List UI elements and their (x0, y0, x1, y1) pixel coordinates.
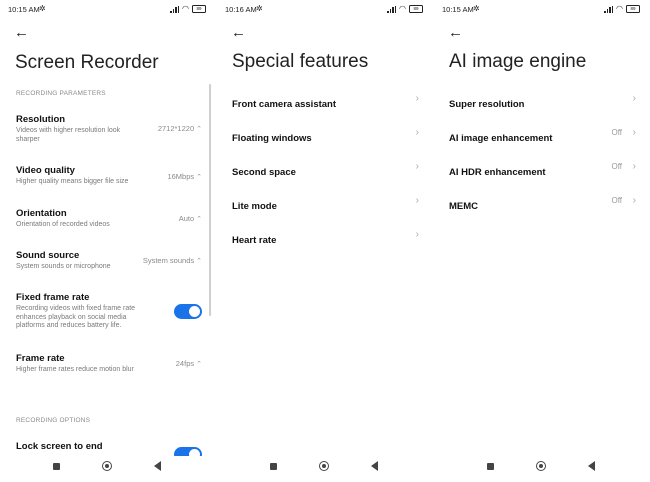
chevron-right-icon: › (415, 229, 419, 240)
setting-label: Fixed frame rate (16, 292, 90, 303)
signal-icon (170, 5, 180, 13)
setting-value: 2712*1220 (157, 124, 195, 133)
menu-item-label: Super resolution (449, 99, 525, 110)
navigation-bar (0, 460, 216, 474)
back-arrow-icon[interactable]: ← (14, 24, 29, 41)
special-features-screen: 10:16 AM ✲ ◠ 89 ← Special features Front… (217, 0, 433, 482)
status-time: 10:16 AM (225, 5, 257, 14)
setting-lock-screen-to-end: Lock screen to end (16, 441, 204, 456)
page-title: Special features (232, 51, 369, 72)
chevron-right-icon: › (632, 127, 636, 138)
navigation-bar (434, 460, 650, 474)
menu-item-second-space[interactable]: Second space › (232, 161, 419, 180)
back-nav-icon[interactable] (154, 461, 161, 471)
up-down-chevron-icon: ⌃ (196, 361, 202, 368)
setting-video-quality[interactable]: Video quality Higher quality means bigge… (16, 165, 204, 187)
chevron-right-icon: › (632, 161, 636, 172)
setting-frame-rate[interactable]: Frame rate Higher frame rates reduce mot… (16, 353, 204, 375)
menu-item-heart-rate[interactable]: Heart rate › (232, 229, 419, 248)
signal-icon (387, 5, 397, 13)
up-down-chevron-icon: ⌃ (196, 258, 202, 265)
menu-item-label: Floating windows (232, 133, 312, 144)
menu-item-label: Lite mode (232, 201, 277, 212)
back-nav-icon[interactable] (371, 461, 378, 471)
wifi-icon: ◠ (399, 4, 406, 13)
menu-item-value: Off (611, 196, 622, 205)
gear-icon: ✲ (473, 4, 480, 13)
menu-item-front-camera-assistant[interactable]: Front camera assistant › (232, 93, 419, 112)
menu-item-floating-windows[interactable]: Floating windows › (232, 127, 419, 146)
setting-description: Recording videos with fixed frame rate e… (16, 305, 136, 329)
menu-item-value: Off (611, 128, 622, 137)
page-title: AI image engine (449, 51, 587, 72)
chevron-right-icon: › (415, 93, 419, 104)
home-icon[interactable] (536, 461, 546, 471)
back-nav-icon[interactable] (588, 461, 595, 471)
setting-value: Auto (178, 214, 195, 223)
gear-icon: ✲ (39, 4, 46, 13)
battery-icon: 89 (409, 5, 423, 13)
chevron-right-icon: › (632, 93, 636, 104)
ai-image-engine-screen: 10:15 AM ✲ ◠ 89 ← AI image engine Super … (434, 0, 650, 482)
setting-fixed-frame-rate: Fixed frame rate Recording videos with f… (16, 292, 204, 331)
section-header-recording-parameters: RECORDING PARAMETERS (16, 90, 106, 97)
menu-item-ai-image-enhancement[interactable]: AI image enhancement Off › (449, 127, 636, 146)
menu-item-label: MEMC (449, 201, 479, 212)
setting-sound-source[interactable]: Sound source System sounds or microphone… (16, 250, 204, 272)
status-bar: 10:15 AM ✲ ◠ 89 (6, 4, 208, 17)
setting-value: 16Mbps (167, 172, 195, 181)
status-time: 10:15 AM (442, 5, 474, 14)
menu-item-label: AI image enhancement (449, 133, 553, 144)
setting-value: System sounds (142, 256, 195, 265)
menu-item-memc[interactable]: MEMC Off › (449, 195, 636, 214)
back-arrow-icon[interactable]: ← (231, 24, 246, 41)
chevron-right-icon: › (415, 161, 419, 172)
setting-orientation[interactable]: Orientation Orientation of recorded vide… (16, 208, 204, 230)
fixed-frame-rate-toggle[interactable] (174, 304, 202, 319)
navigation-bar (217, 460, 433, 474)
signal-icon (604, 5, 614, 13)
wifi-icon: ◠ (182, 4, 189, 13)
status-bar: 10:15 AM ✲ ◠ 89 (440, 4, 642, 17)
menu-item-label: Front camera assistant (232, 99, 337, 110)
page-title: Screen Recorder (15, 52, 159, 73)
menu-item-label: Second space (232, 167, 296, 178)
status-time: 10:15 AM (8, 5, 40, 14)
menu-item-label: Heart rate (232, 235, 277, 246)
menu-item-ai-hdr-enhancement[interactable]: AI HDR enhancement Off › (449, 161, 636, 180)
setting-resolution[interactable]: Resolution Videos with higher resolution… (16, 114, 204, 144)
screen-recorder-screen: 10:15 AM ✲ ◠ 89 ← Screen Recorder RECORD… (0, 0, 216, 482)
setting-value: 24fps (175, 359, 195, 368)
menu-item-label: AI HDR enhancement (449, 167, 546, 178)
menu-item-lite-mode[interactable]: Lite mode › (232, 195, 419, 214)
up-down-chevron-icon: ⌃ (196, 216, 202, 223)
chevron-right-icon: › (415, 127, 419, 138)
section-header-recording-options: RECORDING OPTIONS (16, 417, 91, 424)
recent-apps-icon[interactable] (53, 463, 60, 470)
up-down-chevron-icon: ⌃ (196, 126, 202, 133)
home-icon[interactable] (102, 461, 112, 471)
recent-apps-icon[interactable] (487, 463, 494, 470)
status-bar: 10:16 AM ✲ ◠ 89 (223, 4, 425, 17)
menu-item-super-resolution[interactable]: Super resolution › (449, 93, 636, 112)
scrollbar[interactable] (209, 84, 211, 316)
up-down-chevron-icon: ⌃ (196, 174, 202, 181)
lock-screen-toggle[interactable] (174, 447, 202, 456)
setting-description: Videos with higher resolution look sharp… (16, 127, 121, 143)
wifi-icon: ◠ (616, 4, 623, 13)
recent-apps-icon[interactable] (270, 463, 277, 470)
setting-label: Orientation (16, 208, 67, 219)
battery-icon: 89 (626, 5, 640, 13)
setting-description: Orientation of recorded videos (16, 221, 110, 228)
chevron-right-icon: › (632, 195, 636, 206)
back-arrow-icon[interactable]: ← (448, 24, 463, 41)
gear-icon: ✲ (256, 4, 263, 13)
menu-item-value: Off (611, 162, 622, 171)
battery-icon: 89 (192, 5, 206, 13)
home-icon[interactable] (319, 461, 329, 471)
screens: 10:15 AM ✲ ◠ 89 ← Screen Recorder RECORD… (0, 0, 650, 482)
chevron-right-icon: › (415, 195, 419, 206)
